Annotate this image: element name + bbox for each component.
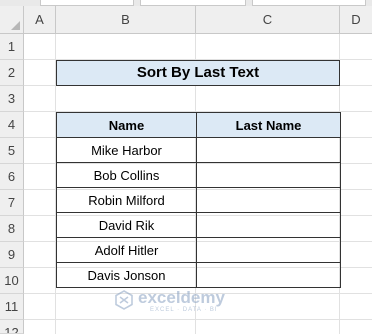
- row-header-7[interactable]: 7: [0, 190, 24, 216]
- row-header-12[interactable]: 12: [0, 320, 24, 334]
- row-header-9[interactable]: 9: [0, 242, 24, 268]
- gridline: [24, 319, 372, 320]
- last-name-cell[interactable]: [196, 262, 341, 288]
- exceldemy-logo-icon: [115, 290, 133, 310]
- column-header-c[interactable]: C: [196, 6, 340, 33]
- select-all-corner[interactable]: [0, 6, 24, 33]
- column-header-bar: A B C D: [0, 6, 372, 34]
- row-header-10[interactable]: 10: [0, 268, 24, 294]
- name-cell[interactable]: Adolf Hitler: [56, 237, 197, 263]
- last-name-cell[interactable]: [196, 137, 341, 163]
- table-row: David Rik: [56, 212, 341, 238]
- name-cell[interactable]: Bob Collins: [56, 162, 197, 188]
- spreadsheet: A B C D 1 2 3 4 5 6 7 8 9 10 11 12 Sort …: [0, 0, 372, 334]
- row-header-4[interactable]: 4: [0, 112, 24, 138]
- last-name-cell[interactable]: [196, 212, 341, 238]
- table-row: Adolf Hitler: [56, 237, 341, 263]
- row-header-11[interactable]: 11: [0, 294, 24, 320]
- title-cell[interactable]: Sort By Last Text: [56, 60, 340, 86]
- last-name-cell[interactable]: [196, 162, 341, 188]
- name-cell[interactable]: David Rik: [56, 212, 197, 238]
- column-header-b[interactable]: B: [56, 6, 196, 33]
- last-name-cell[interactable]: [196, 237, 341, 263]
- name-cell[interactable]: Robin Milford: [56, 187, 197, 213]
- column-header-d[interactable]: D: [340, 6, 372, 33]
- name-cell[interactable]: Davis Jonson: [56, 262, 197, 288]
- table-row: Mike Harbor: [56, 137, 341, 163]
- row-header-1[interactable]: 1: [0, 34, 24, 60]
- name-cell[interactable]: Mike Harbor: [56, 137, 197, 163]
- name-table: Name Last Name Mike Harbor Bob Collins R…: [56, 112, 341, 288]
- table-row: Robin Milford: [56, 187, 341, 213]
- row-header-5[interactable]: 5: [0, 138, 24, 164]
- table-header-row: Name Last Name: [56, 112, 341, 138]
- column-header-a[interactable]: A: [24, 6, 56, 33]
- header-cell-last-name[interactable]: Last Name: [196, 112, 341, 138]
- watermark-tagline: EXCEL · DATA · BI: [150, 307, 218, 313]
- table-row: Bob Collins: [56, 162, 341, 188]
- header-cell-name[interactable]: Name: [56, 112, 197, 138]
- row-header-2[interactable]: 2: [0, 60, 24, 86]
- watermark-name: exceldemy: [138, 288, 225, 307]
- row-header-3[interactable]: 3: [0, 86, 24, 112]
- watermark: exceldemy EXCEL · DATA · BI: [114, 288, 264, 318]
- row-header-8[interactable]: 8: [0, 216, 24, 242]
- row-header-6[interactable]: 6: [0, 164, 24, 190]
- table-row: Davis Jonson: [56, 262, 341, 288]
- last-name-cell[interactable]: [196, 187, 341, 213]
